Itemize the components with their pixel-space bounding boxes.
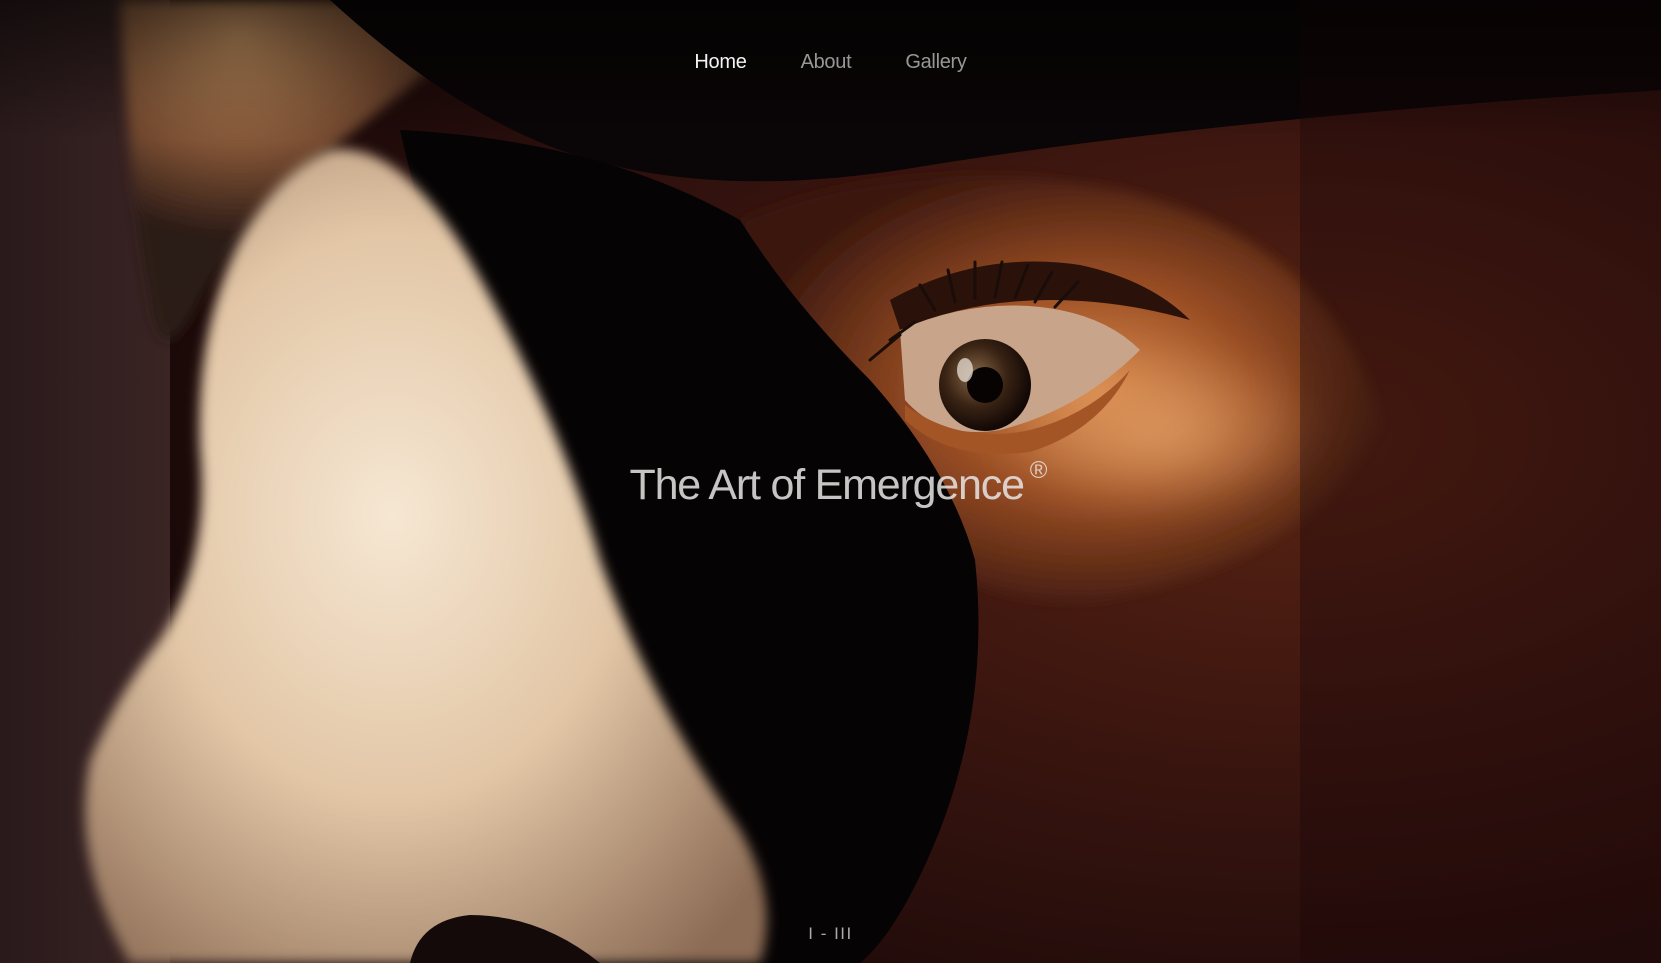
registered-trademark-mark: ®	[1029, 457, 1048, 484]
hero-title: The Art of Emergence	[629, 461, 1025, 509]
hero-title-block: The Art of Emergence ®	[0, 455, 1661, 515]
hero-section: Home About Gallery The Art of Emergence …	[0, 0, 1661, 963]
nav-link-gallery[interactable]: Gallery	[878, 44, 993, 80]
main-navigation: Home About Gallery	[0, 44, 1661, 80]
nav-link-about[interactable]: About	[774, 44, 879, 80]
nav-link-home[interactable]: Home	[667, 44, 773, 80]
slide-counter: I - III	[808, 924, 853, 943]
